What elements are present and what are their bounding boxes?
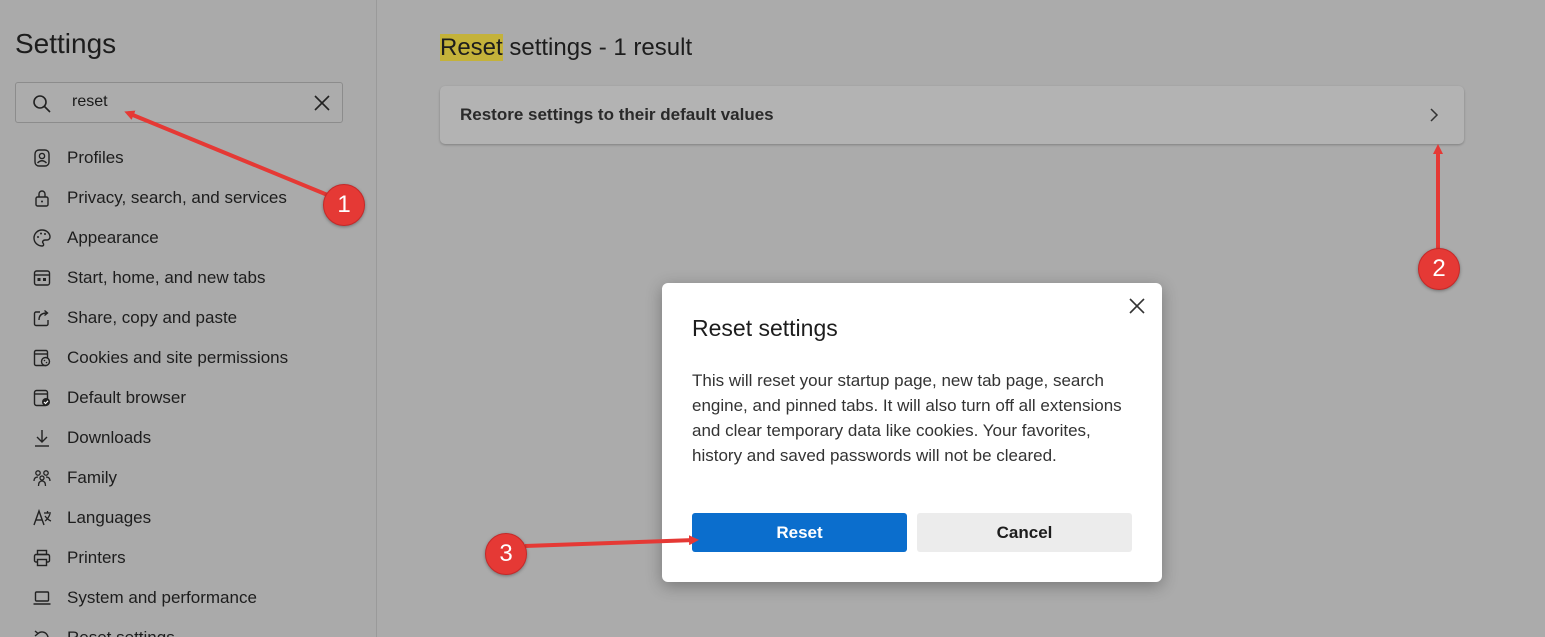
dialog-title: Reset settings: [692, 315, 838, 341]
sidebar-item-share[interactable]: Share, copy and paste: [0, 298, 376, 338]
family-icon: [33, 470, 51, 487]
sidebar-item-label: Start, home, and new tabs: [67, 268, 266, 287]
reset-icon: [34, 630, 49, 637]
profile-icon: [34, 149, 50, 167]
reset-settings-dialog: Reset settings This will reset your star…: [662, 283, 1162, 582]
sidebar-item-system[interactable]: System and performance: [0, 578, 376, 618]
sidebar-item-label: Printers: [67, 548, 126, 567]
close-icon[interactable]: [1126, 295, 1148, 317]
sidebar-item-family[interactable]: Family: [0, 458, 376, 498]
chevron-right-icon: [1430, 108, 1439, 122]
settings-sidebar: Settings reset Profiles Privacy, search,…: [0, 0, 377, 637]
share-icon: [33, 309, 49, 327]
sidebar-item-printers[interactable]: Printers: [0, 538, 376, 578]
default-browser-icon: [33, 389, 50, 407]
sidebar-item-label: Privacy, search, and services: [67, 188, 287, 207]
search-input[interactable]: reset: [72, 93, 108, 111]
cookies-icon: [33, 349, 51, 367]
sidebar-item-start-home[interactable]: Start, home, and new tabs: [0, 258, 376, 298]
palette-icon: [33, 229, 51, 247]
sidebar-item-label: Languages: [67, 508, 152, 527]
sidebar-item-privacy[interactable]: Privacy, search, and services: [0, 178, 376, 218]
sidebar-item-label: System and performance: [67, 588, 257, 607]
sidebar-item-default-browser[interactable]: Default browser: [0, 378, 376, 418]
sidebar-item-label: Reset settings: [67, 628, 175, 637]
sidebar-item-languages[interactable]: Languages: [0, 498, 376, 538]
printer-icon: [33, 549, 51, 567]
sidebar-item-label: Default browser: [67, 388, 187, 407]
close-icon[interactable]: [312, 93, 332, 113]
annotation-badge-3: 3: [485, 533, 527, 575]
restore-defaults-label: Restore settings to their default values: [460, 105, 774, 124]
results-heading-text: settings - 1 result: [502, 34, 693, 61]
lock-icon: [35, 190, 49, 207]
download-icon: [35, 430, 49, 447]
sidebar-item-cookies[interactable]: Cookies and site permissions: [0, 338, 376, 378]
restore-defaults-card[interactable]: Restore settings to their default values: [440, 86, 1464, 144]
sidebar-item-label: Share, copy and paste: [67, 308, 238, 327]
sidebar-item-label: Profiles: [67, 148, 124, 167]
languages-icon: [33, 508, 52, 526]
sidebar-item-profiles[interactable]: Profiles: [0, 138, 376, 178]
sidebar-item-label: Downloads: [67, 428, 152, 447]
annotation-badge-1: 1: [323, 184, 365, 226]
sidebar-item-label: Cookies and site permissions: [67, 348, 289, 367]
cancel-button[interactable]: Cancel: [917, 513, 1132, 552]
annotation-badge-2: 2: [1418, 248, 1460, 290]
dialog-body: This will reset your startup page, new t…: [692, 371, 1122, 465]
sidebar-nav: Profiles Privacy, search, and services A…: [0, 138, 376, 637]
sidebar-item-appearance[interactable]: Appearance: [0, 218, 376, 258]
search-icon: [33, 95, 51, 113]
sidebar-item-label: Family: [67, 468, 118, 487]
reset-button[interactable]: Reset: [692, 513, 907, 552]
sidebar-item-label: Appearance: [67, 228, 159, 247]
search-highlight: Reset: [440, 34, 503, 61]
sidebar-title: Settings: [15, 28, 117, 59]
sidebar-item-reset[interactable]: Reset settings: [0, 618, 376, 637]
results-heading: Reset settings - 1 result: [440, 34, 692, 62]
search-box[interactable]: reset: [15, 82, 343, 123]
laptop-icon: [33, 591, 51, 605]
sidebar-item-downloads[interactable]: Downloads: [0, 418, 376, 458]
home-tabs-icon: [33, 270, 51, 286]
